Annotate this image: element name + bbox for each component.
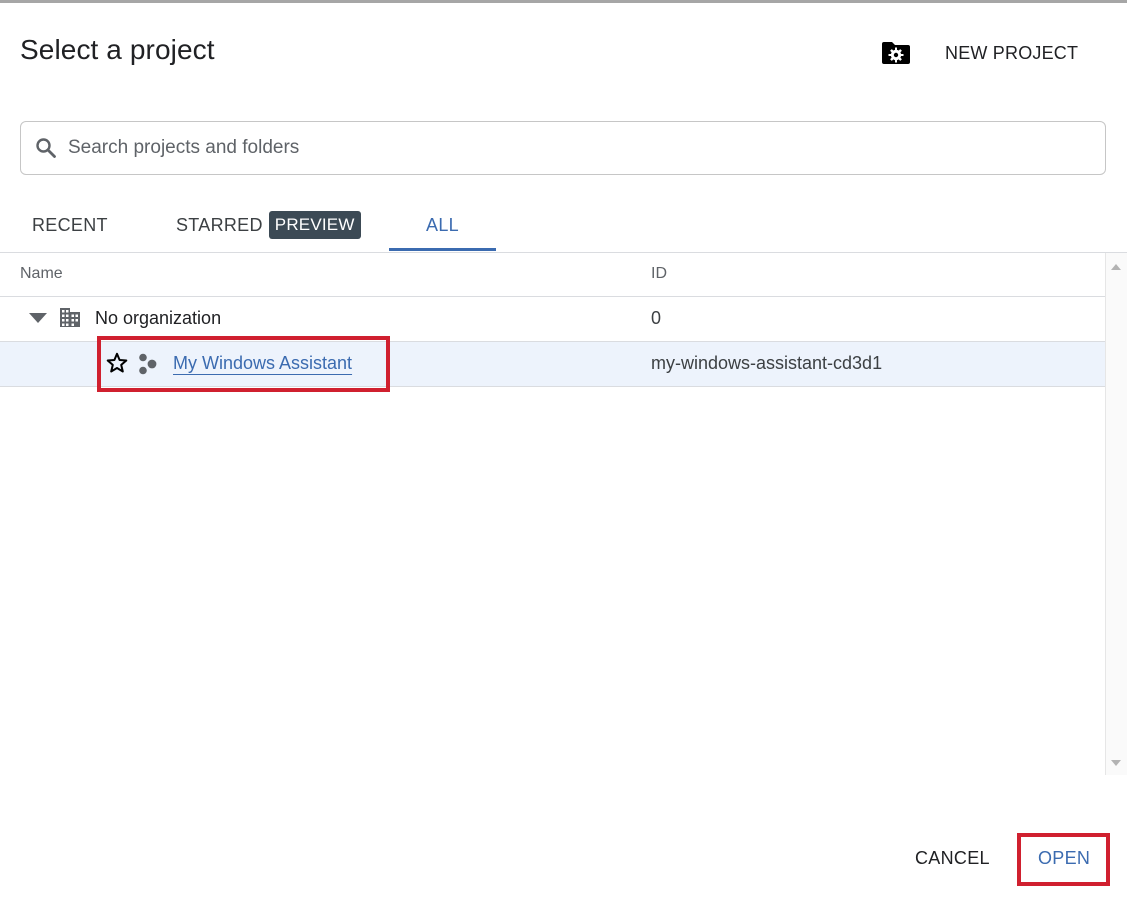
new-project-label: NEW PROJECT (945, 42, 1079, 63)
tab-starred[interactable]: STARRED PREVIEW (176, 199, 361, 251)
project-name-link[interactable]: My Windows Assistant (173, 353, 352, 374)
scroll-down-icon[interactable] (1111, 760, 1121, 766)
tab-all-label: ALL (426, 214, 459, 235)
project-table: Name ID No organization 0 My Windows Ass… (0, 253, 1105, 775)
organization-id: 0 (651, 308, 662, 328)
column-header-id[interactable]: ID (651, 265, 667, 283)
dialog-title: Select a project (20, 34, 215, 65)
table-row-project[interactable]: My Windows Assistant my-windows-assistan… (0, 342, 1105, 387)
new-project-button[interactable]: NEW PROJECT (880, 33, 1078, 73)
scroll-up-icon[interactable] (1111, 264, 1121, 270)
table-header: Name ID (0, 253, 1105, 297)
folder-settings-icon (880, 40, 912, 66)
select-project-dialog: Select a project NEW PROJECT Search proj… (0, 0, 1127, 901)
tab-recent-label: RECENT (32, 214, 108, 235)
project-id: my-windows-assistant-cd3d1 (651, 353, 883, 373)
search-input[interactable] (66, 136, 1050, 160)
tab-bar: RECENT STARRED PREVIEW ALL (0, 199, 1127, 251)
preview-badge: PREVIEW (268, 211, 361, 239)
project-icon (136, 352, 160, 376)
table-row-organization[interactable]: No organization 0 (0, 297, 1105, 342)
tab-all[interactable]: ALL (389, 199, 496, 251)
scrollbar[interactable] (1105, 253, 1127, 775)
organization-name: No organization (95, 308, 222, 328)
tab-recent[interactable]: RECENT (32, 199, 108, 251)
expand-caret-icon[interactable] (29, 313, 47, 323)
tab-starred-label: STARRED (176, 214, 263, 235)
search-icon (34, 136, 58, 160)
cancel-button[interactable]: CANCEL (915, 848, 990, 869)
building-icon (59, 306, 81, 328)
open-button[interactable]: OPEN (1038, 848, 1090, 869)
search-box (20, 121, 1106, 175)
column-header-name[interactable]: Name (20, 265, 63, 283)
star-icon[interactable] (105, 351, 129, 375)
